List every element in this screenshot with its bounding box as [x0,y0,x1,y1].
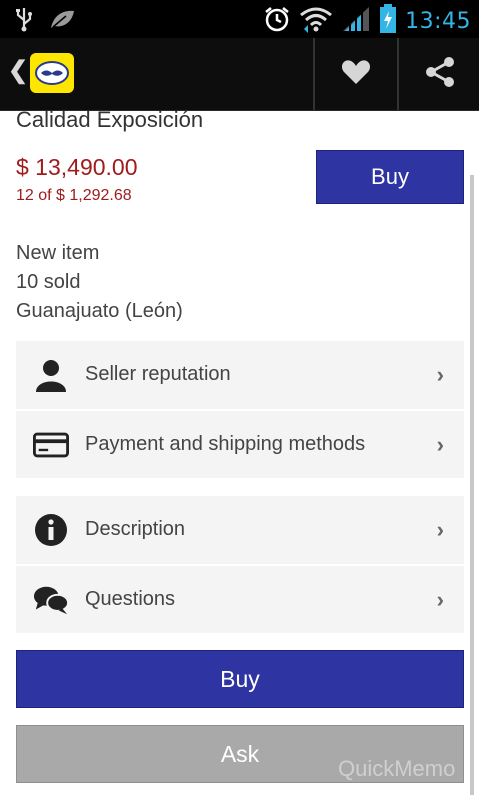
questions-row[interactable]: Questions › [16,566,464,633]
mercadolibre-logo[interactable] [30,53,74,93]
item-location: Guanajuato (León) [16,300,183,322]
installments-count: 12 [16,187,34,204]
item-condition: New item [16,242,100,264]
description-label: Description [85,518,186,540]
buy-button-top[interactable]: Buy [316,150,464,204]
status-bar: 13:45 [0,0,479,38]
usb-icon [14,6,34,37]
chevron-right-icon: › [436,516,444,542]
sold-count: 10 sold [16,271,81,293]
share-icon [424,56,456,93]
installment-amount: $ 1,292.68 [56,187,132,204]
wifi-icon [299,5,333,38]
description-row[interactable]: Description › [16,496,464,563]
share-button[interactable] [397,38,479,110]
installments-of: of [38,187,52,204]
credit-card-icon [33,427,69,463]
chevron-right-icon: › [436,361,444,387]
scrollbar[interactable] [470,175,474,795]
seller-reputation-row[interactable]: Seller reputation › [16,341,464,408]
leaf-icon [48,8,76,35]
product-title: Calidad Exposición [16,107,204,132]
seller-info-card: Seller reputation › Payment and shipping… [16,341,464,478]
signal-icon [341,5,371,38]
chevron-right-icon: › [436,586,444,612]
alarm-icon [263,5,291,38]
chevron-right-icon: › [436,431,444,457]
installments: 12 of $ 1,292.68 [16,187,132,205]
heart-icon [341,58,371,91]
action-bar: ❮ [0,38,479,111]
product-detail: Calidad Exposición $ 13,490.00 12 of $ 1… [0,107,479,799]
clock: 13:45 [405,9,471,34]
info-icon [33,512,69,548]
item-info-card: Description › Questions › [16,496,464,633]
chevron-left-icon[interactable]: ❮ [8,56,28,85]
chat-bubbles-icon [33,582,69,618]
payment-shipping-row[interactable]: Payment and shipping methods › [16,411,464,478]
quickmemo-watermark: QuickMemo [338,756,456,781]
payment-shipping-label: Payment and shipping methods [85,433,366,455]
product-price: $ 13,490.00 [16,154,138,180]
battery-icon [379,4,397,39]
seller-reputation-label: Seller reputation [85,363,231,385]
questions-label: Questions [85,588,176,610]
buy-button[interactable]: Buy [16,650,464,708]
favorite-button[interactable] [313,38,397,110]
person-icon [33,357,69,393]
